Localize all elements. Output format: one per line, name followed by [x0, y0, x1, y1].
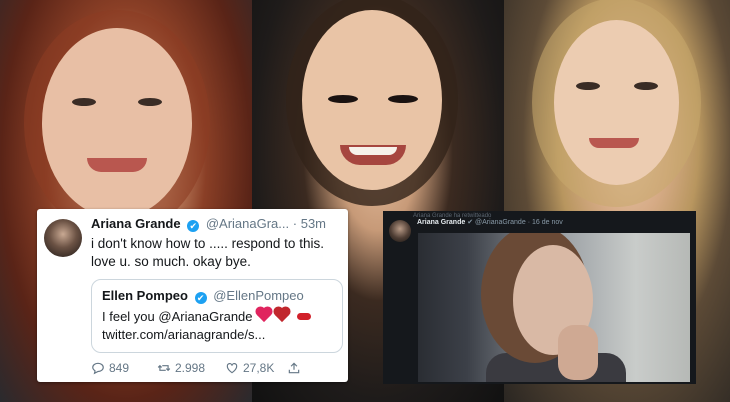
dark-tweet-card[interactable]: Ariana Grande ha retwitteado Ariana Gran… — [383, 211, 696, 384]
dark-tweet-header: Ariana Grande ✔ @ArianaGrande · 16 de no… — [417, 218, 563, 226]
quoted-author-handle: @EllenPompeo — [213, 288, 304, 303]
eye — [72, 98, 96, 106]
verified-badge-icon: ✔ — [187, 220, 200, 232]
kiss-mark-icon — [297, 313, 312, 320]
quoted-tweet[interactable]: Ellen Pompeo ✔ @EllenPompeo I feel you @… — [91, 279, 343, 353]
retweet-button[interactable]: 2.998 — [157, 361, 205, 375]
eye — [138, 98, 162, 106]
mouth — [589, 138, 639, 148]
eye — [388, 95, 418, 103]
face-center — [302, 10, 442, 190]
quoted-author-name: Ellen Pompeo — [102, 288, 188, 303]
verified-badge-icon: ✔ — [467, 219, 474, 226]
author-name[interactable]: Ariana Grande — [417, 219, 465, 226]
reply-button[interactable]: 849 — [91, 361, 129, 375]
author-handle[interactable]: @ArianaGra... — [206, 216, 289, 231]
red-heart-icon — [257, 307, 272, 323]
author-name[interactable]: Ariana Grande — [91, 216, 181, 231]
share-icon — [288, 362, 300, 374]
shirt — [486, 353, 626, 382]
quoted-line-1: I feel you @ArianaGrande — [102, 309, 253, 324]
quoted-text: I feel you @ArianaGrande twitter.com/ari… — [102, 307, 312, 344]
avatar[interactable] — [389, 220, 411, 242]
quoted-link[interactable]: twitter.com/arianagrande/s... — [102, 327, 265, 342]
avatar[interactable] — [44, 219, 82, 257]
like-icon — [226, 363, 238, 374]
face-left — [42, 28, 192, 218]
timestamp[interactable]: 53m — [301, 216, 326, 231]
author-handle[interactable]: @ArianaGrande — [475, 219, 526, 226]
reply-count: 849 — [109, 361, 130, 375]
like-button[interactable]: 27,8K — [225, 361, 274, 375]
quoted-header: Ellen Pompeo ✔ @EllenPompeo — [102, 288, 304, 304]
hand — [558, 325, 598, 380]
reply-icon — [92, 362, 104, 375]
media-image[interactable] — [418, 233, 690, 382]
retweet-icon — [157, 364, 171, 372]
tweet-text: i don't know how to ..... respond to thi… — [91, 236, 324, 269]
eye — [576, 82, 600, 90]
separator-dot: · — [292, 216, 298, 231]
like-count: 27,8K — [243, 361, 275, 375]
eye — [328, 95, 358, 103]
mouth — [340, 145, 406, 165]
tweet-card[interactable]: Ariana Grande ✔ @ArianaGra... · 53m i do… — [37, 209, 348, 382]
separator-dot: · — [527, 219, 531, 226]
date[interactable]: 16 de nov — [532, 219, 563, 226]
share-button[interactable] — [287, 361, 301, 375]
tweet-header: Ariana Grande ✔ @ArianaGra... · 53m — [91, 216, 326, 232]
eye — [634, 82, 658, 90]
mouth — [87, 158, 147, 172]
face-right — [554, 20, 679, 185]
retweet-count: 2.998 — [175, 361, 206, 375]
broken-heart-icon — [275, 307, 290, 323]
verified-badge-icon: ✔ — [194, 292, 207, 304]
teeth — [349, 147, 397, 155]
